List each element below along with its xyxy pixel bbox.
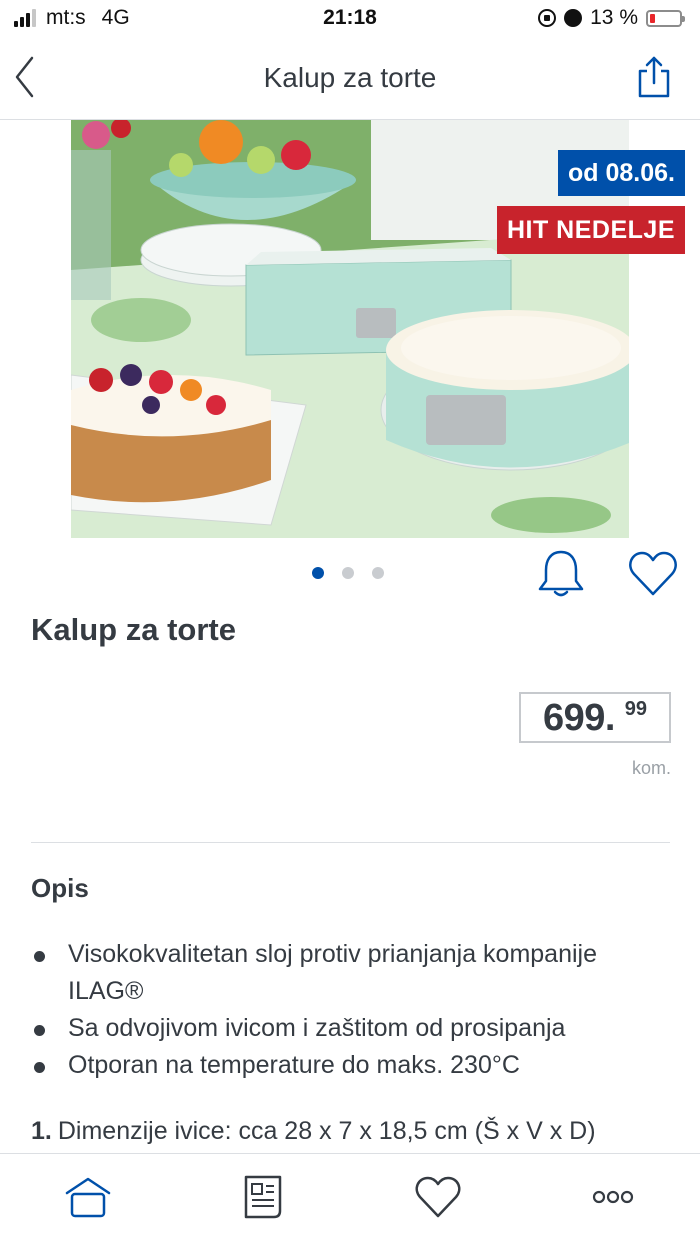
leaflet-icon xyxy=(244,1175,282,1219)
valid-from-badge: od 08.06. xyxy=(558,150,685,196)
tab-leaflet[interactable] xyxy=(233,1174,293,1224)
heart-icon xyxy=(415,1176,461,1218)
dimension-text: Dimenzije ivice: cca 28 x 7 x 18,5 cm (Š… xyxy=(57,1117,596,1145)
rotation-lock-icon xyxy=(538,9,557,27)
product-title: Kalup za torte xyxy=(31,612,236,647)
hit-badge: HIT NEDELJE xyxy=(496,206,685,254)
status-bar: mt:s 4G 21:18 13 % xyxy=(0,0,700,40)
tab-more[interactable] xyxy=(583,1174,643,1224)
favorite-button[interactable] xyxy=(628,550,678,598)
product-image[interactable] xyxy=(71,120,629,538)
price-main: 699. xyxy=(543,697,615,739)
cake-pan-photo xyxy=(71,120,629,538)
navigation-bar: Kalup za torte xyxy=(0,40,700,120)
carousel-dot[interactable] xyxy=(372,567,384,579)
tab-favorites[interactable] xyxy=(408,1174,468,1224)
carousel-indicator xyxy=(312,567,402,579)
dimension-number: 1. xyxy=(31,1117,52,1145)
alarm-icon xyxy=(564,9,583,27)
dimension-item: 1. Dimenzije ivice: cca 28 x 7 x 18,5 cm … xyxy=(31,1117,596,1146)
list-item: Sa odvojivom ivicom i zaštitom od prosip… xyxy=(31,1010,651,1047)
list-item: Otporan na temperature do maks. 230°C xyxy=(31,1047,651,1084)
notify-button[interactable] xyxy=(536,548,586,600)
description-heading: Opis xyxy=(31,873,89,903)
carousel-dot-active[interactable] xyxy=(312,567,324,579)
battery-icon xyxy=(646,9,685,27)
more-icon xyxy=(592,1190,634,1204)
carousel-dot[interactable] xyxy=(342,567,354,579)
tab-bar xyxy=(0,1153,700,1245)
tab-home[interactable] xyxy=(58,1174,118,1224)
price-cents: 99 xyxy=(624,698,647,720)
description-list: Visokokvalitetan sloj protiv prianjanja … xyxy=(31,936,651,1084)
heart-icon xyxy=(629,551,677,596)
home-icon xyxy=(65,1177,111,1218)
battery-percent: 13 % xyxy=(590,6,638,29)
price-unit: kom. xyxy=(631,758,671,778)
price-box: 699. 99 xyxy=(519,692,671,743)
list-item: Visokokvalitetan sloj protiv prianjanja … xyxy=(31,936,651,1010)
divider xyxy=(31,842,670,843)
page-title: Kalup za torte xyxy=(263,62,437,93)
bell-icon xyxy=(538,550,584,597)
share-icon xyxy=(638,56,670,98)
share-button[interactable] xyxy=(636,54,672,100)
